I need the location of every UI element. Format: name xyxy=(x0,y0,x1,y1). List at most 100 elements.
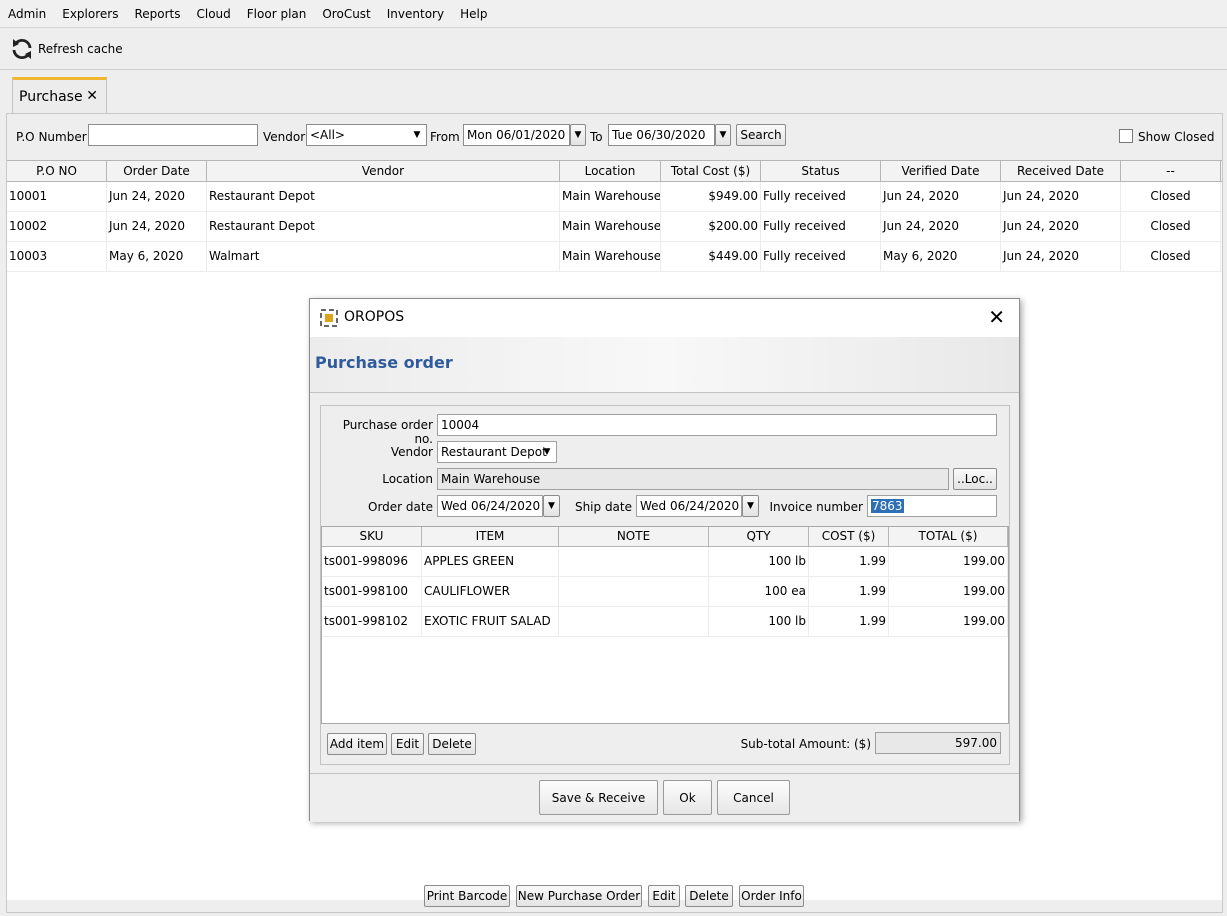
dialog-vendor-select[interactable]: Restaurant Depot ▼ xyxy=(437,441,557,463)
ship-date-label: Ship date xyxy=(574,500,632,514)
delete-button[interactable]: Delete xyxy=(685,885,733,907)
invoice-number-input[interactable]: 7863 xyxy=(867,495,997,517)
column-header[interactable]: SKU xyxy=(322,527,422,546)
menu-explorers[interactable]: Explorers xyxy=(54,0,126,28)
po-number-input[interactable] xyxy=(88,124,258,146)
cell-sku: ts001-998100 xyxy=(322,577,422,606)
column-header[interactable]: P.O NO xyxy=(7,161,107,181)
toolbar: Refresh cache xyxy=(0,28,1227,70)
table-row[interactable]: ts001-998100 CAULIFLOWER 100 ea 1.99 199… xyxy=(322,577,1008,607)
invoice-number-value: 7863 xyxy=(871,499,904,513)
location-label: Location xyxy=(382,472,433,486)
save-receive-button[interactable]: Save & Receive xyxy=(539,780,658,815)
item-edit-button[interactable]: Edit xyxy=(391,733,424,755)
cell-item: EXOTIC FRUIT SALAD xyxy=(422,607,559,636)
ok-button[interactable]: Ok xyxy=(663,780,712,815)
column-header[interactable]: Location xyxy=(560,161,661,181)
menu-cloud[interactable]: Cloud xyxy=(189,0,239,28)
close-icon[interactable]: ✕ xyxy=(988,307,1005,327)
order-date-dropdown[interactable]: ▼ xyxy=(543,495,560,517)
menu-reports[interactable]: Reports xyxy=(126,0,188,28)
chevron-down-icon: ▼ xyxy=(413,130,421,140)
column-header[interactable]: ITEM xyxy=(422,527,559,546)
to-date-dropdown[interactable]: ▼ xyxy=(715,124,731,146)
cell-closed: Closed xyxy=(1121,212,1221,241)
cell-status: Fully received xyxy=(761,182,881,211)
cell-cost: 1.99 xyxy=(809,547,889,576)
menu-floor-plan[interactable]: Floor plan xyxy=(239,0,315,28)
menu-orocust[interactable]: OroCust xyxy=(314,0,378,28)
cell-location: Main Warehouse xyxy=(560,242,661,271)
cell-total-cost: $949.00 xyxy=(661,182,761,211)
location-picker-button[interactable]: ..Loc.. xyxy=(953,468,997,490)
order-date-input[interactable]: Wed 06/24/2020 xyxy=(437,495,543,517)
cell-received-date: Jun 24, 2020 xyxy=(1001,242,1121,271)
print-barcode-button[interactable]: Print Barcode xyxy=(424,885,510,907)
search-button[interactable]: Search xyxy=(736,124,786,146)
add-item-button[interactable]: Add item xyxy=(327,733,387,755)
item-delete-button[interactable]: Delete xyxy=(428,733,476,755)
tab-strip: Purchase ✕ xyxy=(0,70,1227,114)
close-icon[interactable]: ✕ xyxy=(86,88,98,104)
table-row[interactable]: ts001-998096 APPLES GREEN 100 lb 1.99 19… xyxy=(322,547,1008,577)
cell-order-date: Jun 24, 2020 xyxy=(107,212,207,241)
column-header[interactable]: Total Cost ($) xyxy=(661,161,761,181)
column-header[interactable]: TOTAL ($) xyxy=(889,527,1008,546)
column-header[interactable]: Verified Date xyxy=(881,161,1001,181)
vendor-select[interactable]: <All> ▼ xyxy=(306,124,427,146)
cell-total: 199.00 xyxy=(889,547,1008,576)
cell-received-date: Jun 24, 2020 xyxy=(1001,212,1121,241)
po-no-label: Purchase order no. xyxy=(342,418,433,446)
order-info-button[interactable]: Order Info xyxy=(739,885,804,907)
vendor-label: Vendor xyxy=(263,130,306,144)
ship-date-dropdown[interactable]: ▼ xyxy=(742,495,759,517)
purchase-order-form: Purchase order no. 10004 Vendor Restaura… xyxy=(320,405,1010,765)
from-date-dropdown[interactable]: ▼ xyxy=(570,124,586,146)
table-row[interactable]: ts001-998102 EXOTIC FRUIT SALAD 100 lb 1… xyxy=(322,607,1008,637)
cell-vendor: Walmart xyxy=(207,242,560,271)
show-closed-label: Show Closed xyxy=(1138,130,1215,144)
column-header[interactable]: Status xyxy=(761,161,881,181)
column-header[interactable]: COST ($) xyxy=(809,527,889,546)
cancel-button[interactable]: Cancel xyxy=(717,780,790,815)
column-header[interactable]: -- xyxy=(1121,161,1221,181)
column-header[interactable]: QTY xyxy=(709,527,809,546)
table-row[interactable]: 10002 Jun 24, 2020 Restaurant Depot Main… xyxy=(7,212,1222,242)
cell-qty: 100 ea xyxy=(709,577,809,606)
to-label: To xyxy=(590,130,603,144)
column-header[interactable]: Received Date xyxy=(1001,161,1121,181)
cell-total-cost: $449.00 xyxy=(661,242,761,271)
subtotal-value: 597.00 xyxy=(875,732,1001,754)
po-no-input[interactable]: 10004 xyxy=(437,414,997,436)
vendor-select-value: <All> xyxy=(310,128,345,142)
menu-help[interactable]: Help xyxy=(452,0,495,28)
cell-order-date: May 6, 2020 xyxy=(107,242,207,271)
filter-row: P.O Number Vendor <All> ▼ From Mon 06/01… xyxy=(7,114,1222,160)
cell-status: Fully received xyxy=(761,242,881,271)
from-date-input[interactable]: Mon 06/01/2020 xyxy=(463,124,570,146)
cell-cost: 1.99 xyxy=(809,577,889,606)
to-date-input[interactable]: Tue 06/30/2020 xyxy=(608,124,715,146)
refresh-cache-button[interactable]: Refresh cache xyxy=(6,34,127,64)
edit-button[interactable]: Edit xyxy=(648,885,680,907)
cell-verified-date: Jun 24, 2020 xyxy=(881,212,1001,241)
table-row[interactable]: 10001 Jun 24, 2020 Restaurant Depot Main… xyxy=(7,182,1222,212)
cell-received-date: Jun 24, 2020 xyxy=(1001,182,1121,211)
cell-vendor: Restaurant Depot xyxy=(207,212,560,241)
tab-purchase[interactable]: Purchase ✕ xyxy=(12,77,107,114)
column-header[interactable]: NOTE xyxy=(559,527,709,546)
menu-admin[interactable]: Admin xyxy=(0,0,54,28)
cell-sku: ts001-998096 xyxy=(322,547,422,576)
menu-inventory[interactable]: Inventory xyxy=(379,0,452,28)
chevron-down-icon: ▼ xyxy=(719,130,727,140)
refresh-cache-label: Refresh cache xyxy=(38,42,123,56)
new-purchase-order-button[interactable]: New Purchase Order xyxy=(516,885,642,907)
ship-date-input[interactable]: Wed 06/24/2020 xyxy=(636,495,742,517)
show-closed-checkbox[interactable] xyxy=(1119,129,1133,143)
dialog-footer: Save & Receive Ok Cancel xyxy=(310,773,1019,822)
column-header[interactable]: Order Date xyxy=(107,161,207,181)
chevron-down-icon: ▼ xyxy=(747,501,754,511)
table-row[interactable]: 10003 May 6, 2020 Walmart Main Warehouse… xyxy=(7,242,1222,272)
items-table-header: SKU ITEM NOTE QTY COST ($) TOTAL ($) xyxy=(322,527,1008,547)
column-header[interactable]: Vendor xyxy=(207,161,560,181)
